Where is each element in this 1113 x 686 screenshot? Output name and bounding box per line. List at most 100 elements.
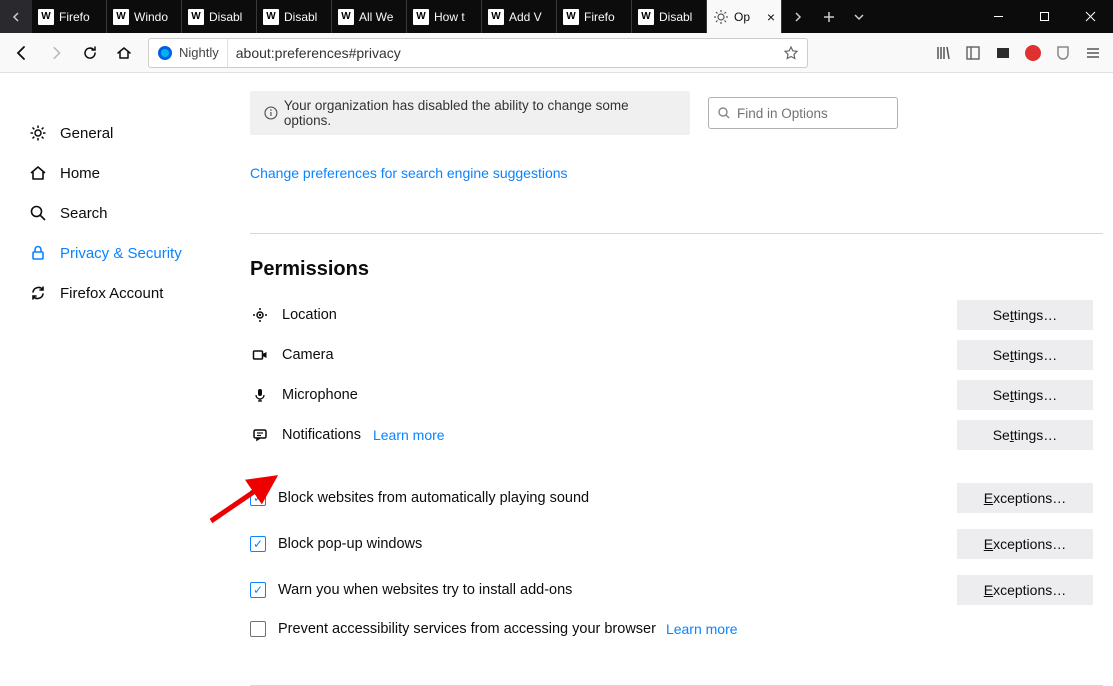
- url-text: about:preferences#privacy: [228, 45, 775, 61]
- sidebar-icon[interactable]: [959, 39, 987, 67]
- tab-active[interactable]: Op ×: [707, 0, 782, 33]
- permission-row-location: Location Settings…: [250, 295, 1103, 335]
- favicon-icon: W: [113, 9, 129, 25]
- prevent-accessibility-checkbox[interactable]: [250, 621, 266, 637]
- notifications-settings-button[interactable]: Settings…: [957, 420, 1093, 450]
- tab[interactable]: WAdd V: [482, 0, 557, 33]
- search-suggestions-link[interactable]: Change preferences for search engine sug…: [250, 165, 568, 181]
- popups-exceptions-button[interactable]: Exceptions…: [957, 529, 1093, 559]
- gear-icon: [713, 9, 729, 25]
- extension-icon[interactable]: [989, 39, 1017, 67]
- sidebar-item-label: Search: [60, 205, 108, 222]
- window-controls: [975, 0, 1113, 33]
- tab[interactable]: WWindo: [107, 0, 182, 33]
- home-button[interactable]: [108, 37, 140, 69]
- checkbox-label: Block websites from automatically playin…: [278, 490, 589, 506]
- permission-label: Notifications: [282, 427, 361, 443]
- tab[interactable]: WAll We: [332, 0, 407, 33]
- library-icon[interactable]: [929, 39, 957, 67]
- permission-label: Location: [282, 307, 337, 323]
- favicon-icon: W: [488, 9, 504, 25]
- close-window-button[interactable]: [1067, 0, 1113, 33]
- sidebar-item-general[interactable]: General: [28, 113, 240, 153]
- menu-button[interactable]: [1079, 39, 1107, 67]
- permission-label: Camera: [282, 347, 334, 363]
- sidebar-item-label: Privacy & Security: [60, 245, 182, 262]
- forward-button[interactable]: [40, 37, 72, 69]
- reload-button[interactable]: [74, 37, 106, 69]
- favicon-icon: W: [563, 9, 579, 25]
- titlebar: WFirefo WWindo WDisabl WDisabl WAll We W…: [0, 0, 1113, 33]
- tab-scroll-right[interactable]: [782, 0, 814, 33]
- favicon-icon: W: [638, 9, 654, 25]
- tab-label: Op: [734, 10, 750, 24]
- adblock-icon[interactable]: [1019, 39, 1047, 67]
- sidebar-item-search[interactable]: Search: [28, 193, 240, 233]
- permission-row-microphone: Microphone Settings…: [250, 375, 1103, 415]
- notifications-learn-more-link[interactable]: Learn more: [373, 427, 445, 443]
- section-divider: [250, 233, 1103, 234]
- minimize-button[interactable]: [975, 0, 1021, 33]
- search-placeholder: Find in Options: [737, 106, 828, 121]
- sidebar-item-label: Home: [60, 165, 100, 182]
- location-settings-button[interactable]: Settings…: [957, 300, 1093, 330]
- sidebar-item-label: Firefox Account: [60, 285, 163, 302]
- block-popups-row: ✓ Block pop-up windows Exceptions…: [250, 521, 1103, 567]
- microphone-icon: [250, 387, 270, 403]
- tab[interactable]: WDisabl: [632, 0, 707, 33]
- lock-icon: [28, 243, 48, 263]
- close-tab-icon[interactable]: ×: [767, 9, 775, 25]
- permission-row-camera: Camera Settings…: [250, 335, 1103, 375]
- bookmark-star-icon[interactable]: [775, 45, 807, 61]
- prevent-accessibility-row: Prevent accessibility services from acce…: [250, 613, 1103, 645]
- block-popups-checkbox[interactable]: ✓: [250, 536, 266, 552]
- favicon-icon: W: [38, 9, 54, 25]
- sidebar-item-label: General: [60, 125, 113, 142]
- block-autoplay-checkbox[interactable]: ✓: [250, 490, 266, 506]
- tabs-dropdown-button[interactable]: [844, 0, 874, 33]
- microphone-settings-button[interactable]: Settings…: [957, 380, 1093, 410]
- sync-icon: [28, 283, 48, 303]
- firefox-icon: [157, 45, 173, 61]
- tab-scroll-left[interactable]: [0, 0, 32, 33]
- search-icon: [28, 203, 48, 223]
- nav-toolbar: Nightly about:preferences#privacy: [0, 33, 1113, 73]
- autoplay-exceptions-button[interactable]: Exceptions…: [957, 483, 1093, 513]
- find-in-options-input[interactable]: Find in Options: [708, 97, 898, 129]
- tab[interactable]: WDisabl: [182, 0, 257, 33]
- favicon-icon: W: [263, 9, 279, 25]
- notice-text: Your organization has disabled the abili…: [284, 98, 676, 128]
- maximize-button[interactable]: [1021, 0, 1067, 33]
- tab[interactable]: WFirefo: [557, 0, 632, 33]
- accessibility-learn-more-link[interactable]: Learn more: [666, 621, 738, 637]
- checkbox-label: Prevent accessibility services from acce…: [278, 621, 656, 637]
- content: General Home Search Privacy & Security F…: [0, 73, 1113, 676]
- camera-settings-button[interactable]: Settings…: [957, 340, 1093, 370]
- info-icon: [264, 106, 278, 120]
- sidebar-item-privacy[interactable]: Privacy & Security: [28, 233, 240, 273]
- notification-icon: [250, 427, 270, 443]
- gear-icon: [28, 123, 48, 143]
- policy-notice: Your organization has disabled the abili…: [250, 91, 690, 135]
- block-autoplay-sound-row: ✓ Block websites from automatically play…: [250, 475, 1103, 521]
- sidebar-item-home[interactable]: Home: [28, 153, 240, 193]
- checkbox-label: Warn you when websites try to install ad…: [278, 582, 572, 598]
- permission-label: Microphone: [282, 387, 358, 403]
- tab[interactable]: WFirefo: [32, 0, 107, 33]
- tab[interactable]: WHow t: [407, 0, 482, 33]
- identity-box[interactable]: Nightly: [149, 39, 228, 67]
- addons-exceptions-button[interactable]: Exceptions…: [957, 575, 1093, 605]
- new-tab-button[interactable]: [814, 0, 844, 33]
- sidebar-item-account[interactable]: Firefox Account: [28, 273, 240, 313]
- back-button[interactable]: [6, 37, 38, 69]
- permission-row-notifications: Notifications Learn more Settings…: [250, 415, 1103, 455]
- checkbox-label: Block pop-up windows: [278, 536, 422, 552]
- favicon-icon: W: [413, 9, 429, 25]
- permissions-heading: Permissions: [250, 258, 1103, 281]
- location-icon: [250, 307, 270, 323]
- ublock-icon[interactable]: [1049, 39, 1077, 67]
- main-panel: Your organization has disabled the abili…: [240, 73, 1113, 676]
- tab[interactable]: WDisabl: [257, 0, 332, 33]
- warn-addons-checkbox[interactable]: ✓: [250, 582, 266, 598]
- url-bar[interactable]: Nightly about:preferences#privacy: [148, 38, 808, 68]
